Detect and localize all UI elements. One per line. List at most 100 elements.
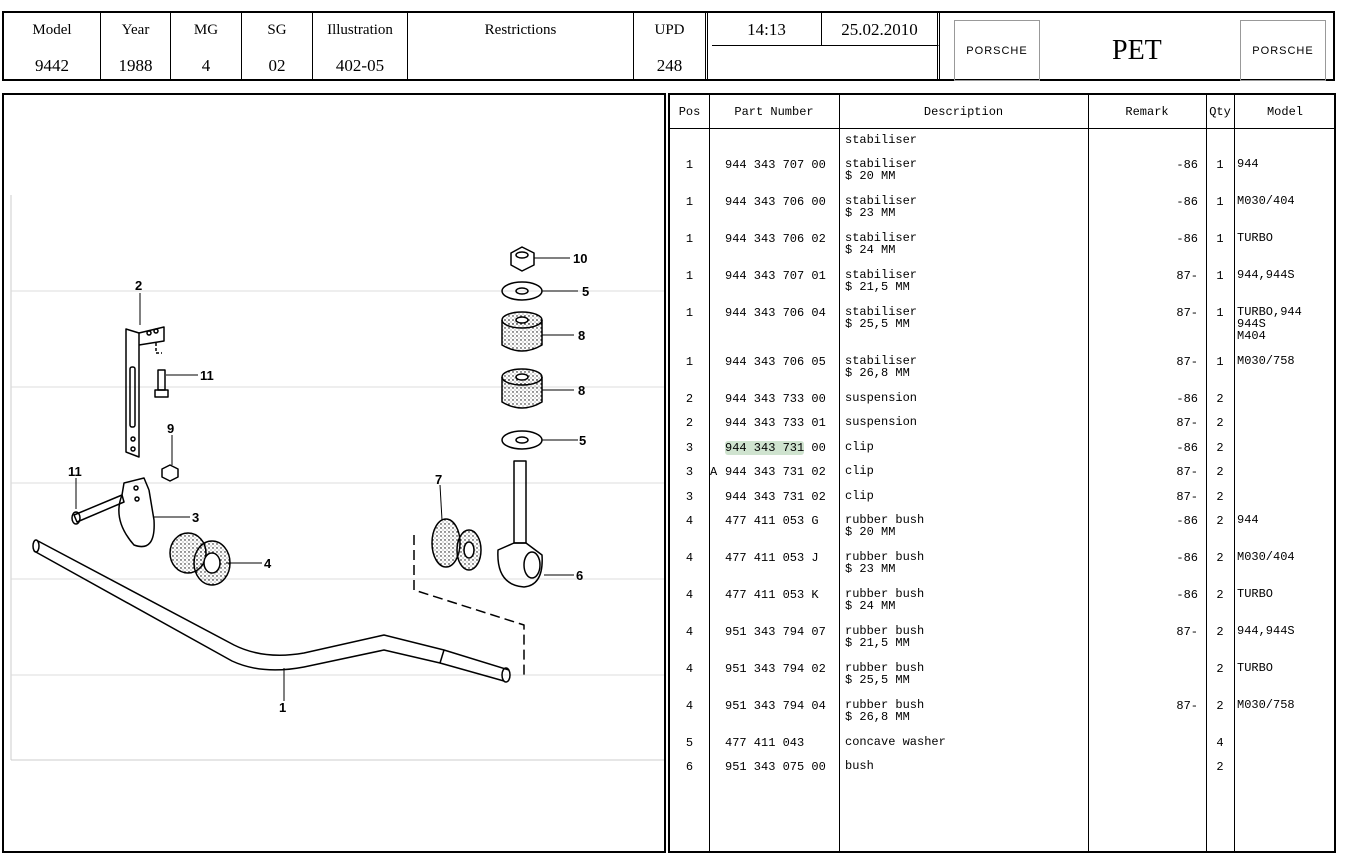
cell-part-number: 951 343 794 02 xyxy=(725,662,826,676)
illustration-panel: 1 2 3 4 5 5 6 7 8 8 9 10 11 11 xyxy=(2,93,666,853)
cell-part-number: 477 411 053 J xyxy=(725,551,819,565)
cell-pos: 4 xyxy=(685,662,694,676)
cell-description: clip xyxy=(845,440,874,454)
mg-label: MG xyxy=(193,22,219,38)
callout[interactable]: 11 xyxy=(68,464,82,479)
cell-remark: 87- xyxy=(1176,699,1198,713)
callout[interactable]: 9 xyxy=(167,421,174,436)
callout[interactable]: 7 xyxy=(435,472,442,487)
col-part-number[interactable]: Part Number xyxy=(709,105,839,119)
callout[interactable]: 4 xyxy=(264,556,272,571)
cell-pos: 1 xyxy=(685,195,694,209)
restrictions-label: Restrictions xyxy=(484,22,557,38)
suspension-bracket xyxy=(125,326,165,458)
col-description[interactable]: Description xyxy=(839,105,1088,119)
cell-model: TURBO xyxy=(1237,661,1274,675)
cell-remark: 87- xyxy=(1176,355,1198,369)
year-value: 1988 xyxy=(118,56,153,75)
cell-qty: 2 xyxy=(1216,699,1224,713)
cell-qty: 2 xyxy=(1216,760,1224,774)
part-suffix: 00 xyxy=(804,441,826,455)
callout[interactable]: 11 xyxy=(200,368,214,383)
cell-part-number: 944 343 707 00 xyxy=(725,158,826,172)
cell-pos: 3 xyxy=(685,465,694,479)
cell-description: suspension xyxy=(845,415,918,429)
sg-value: 02 xyxy=(268,56,286,75)
header-bar: Model 9442 Year 1988 MG 4 SG 02 Illustra… xyxy=(2,11,1335,81)
callout[interactable]: 8 xyxy=(578,383,585,398)
rubber-upper xyxy=(501,311,543,352)
cell-description: concave washer xyxy=(845,735,946,749)
cell-model: TURBO,944 944S M404 xyxy=(1237,305,1302,343)
cell-model: M030/404 xyxy=(1237,194,1295,208)
cell-remark: -86 xyxy=(1176,588,1198,602)
cell-pos: 4 xyxy=(685,699,694,713)
callout[interactable]: 5 xyxy=(579,433,586,448)
exploded-diagram: 1 2 3 4 5 5 6 7 8 8 9 10 11 11 xyxy=(10,195,664,761)
cell-model: M030/758 xyxy=(1237,354,1295,368)
cell-remark: 87- xyxy=(1176,490,1198,504)
cell-qty: 2 xyxy=(1216,441,1224,455)
col-model[interactable]: Model xyxy=(1234,105,1336,119)
cell-qty: 1 xyxy=(1216,195,1224,209)
cell-pos: 1 xyxy=(685,306,694,320)
cell-qty: 2 xyxy=(1216,662,1224,676)
cell-part-number: 477 411 053 G xyxy=(725,514,819,528)
cell-part-number: 951 343 794 07 xyxy=(725,625,826,639)
illustration-value: 402-05 xyxy=(335,56,385,75)
time-value: 14:13 xyxy=(747,20,786,39)
cell-description: stabiliser $ 24 MM xyxy=(845,231,918,257)
cell-description: rubber bush $ 20 MM xyxy=(845,513,925,539)
cell-part-number: 951 343 794 04 xyxy=(725,699,826,713)
cell-qty: 2 xyxy=(1216,392,1224,406)
date-value: 25.02.2010 xyxy=(841,20,918,39)
cell-description: rubber bush $ 24 MM xyxy=(845,587,925,613)
col-pos[interactable]: Pos xyxy=(670,105,709,119)
cell-part-number[interactable]: 944 343 731 00 xyxy=(725,441,826,455)
cell-remark: -86 xyxy=(1176,232,1198,246)
cell-description: stabiliser $ 21,5 MM xyxy=(845,268,918,294)
callout[interactable]: 2 xyxy=(135,278,142,293)
cell-part-number: 944 343 706 05 xyxy=(725,355,826,369)
callout[interactable]: 1 xyxy=(279,700,286,715)
cell-pos: 1 xyxy=(685,355,694,369)
illustration-cell: Illustration 402-05 xyxy=(313,13,408,79)
cell-remark: -86 xyxy=(1176,158,1198,172)
cell-description: rubber bush $ 21,5 MM xyxy=(845,624,925,650)
table-header: Pos Part Number Description Remark Qty M… xyxy=(670,95,1334,129)
cell-qty: 1 xyxy=(1216,232,1224,246)
cell-qty: 2 xyxy=(1216,551,1224,565)
cell-pos: 3 xyxy=(685,490,694,504)
rubber-lower xyxy=(501,368,543,409)
link-rod xyxy=(497,460,543,588)
callout[interactable]: 8 xyxy=(578,328,585,343)
cell-part-number: 951 343 075 00 xyxy=(725,760,826,774)
cell-part-number: 477 411 043 xyxy=(725,736,805,750)
model-value: 9442 xyxy=(35,56,69,75)
cell-description: suspension xyxy=(845,391,918,405)
cell-flag: A xyxy=(710,465,718,479)
cell-description: stabiliser $ 26,8 MM xyxy=(845,354,918,380)
cell-remark: 87- xyxy=(1176,416,1198,430)
upd-label: UPD xyxy=(654,22,685,38)
cell-description: rubber bush $ 25,5 MM xyxy=(845,661,925,687)
callout[interactable]: 6 xyxy=(576,568,583,583)
cell-description: bush xyxy=(845,759,874,773)
callout[interactable]: 10 xyxy=(573,251,587,266)
cell-qty: 1 xyxy=(1216,158,1224,172)
cell-model: TURBO xyxy=(1237,231,1274,245)
callout[interactable]: 5 xyxy=(582,284,589,299)
selected-part-highlight[interactable]: 944 343 731 xyxy=(725,441,805,455)
col-qty[interactable]: Qty xyxy=(1206,105,1234,119)
year-label: Year xyxy=(121,22,150,38)
time-cell: 14:13 xyxy=(712,13,822,46)
cell-pos: 1 xyxy=(685,269,694,283)
cell-pos: 4 xyxy=(685,514,694,528)
cell-pos: 4 xyxy=(685,551,694,565)
col-remark[interactable]: Remark xyxy=(1088,105,1206,119)
callout[interactable]: 3 xyxy=(192,510,199,525)
cell-model: 944,944S xyxy=(1237,268,1295,282)
nut-9 xyxy=(161,464,179,482)
mg-value: 4 xyxy=(201,56,211,75)
cell-remark: -86 xyxy=(1176,195,1198,209)
